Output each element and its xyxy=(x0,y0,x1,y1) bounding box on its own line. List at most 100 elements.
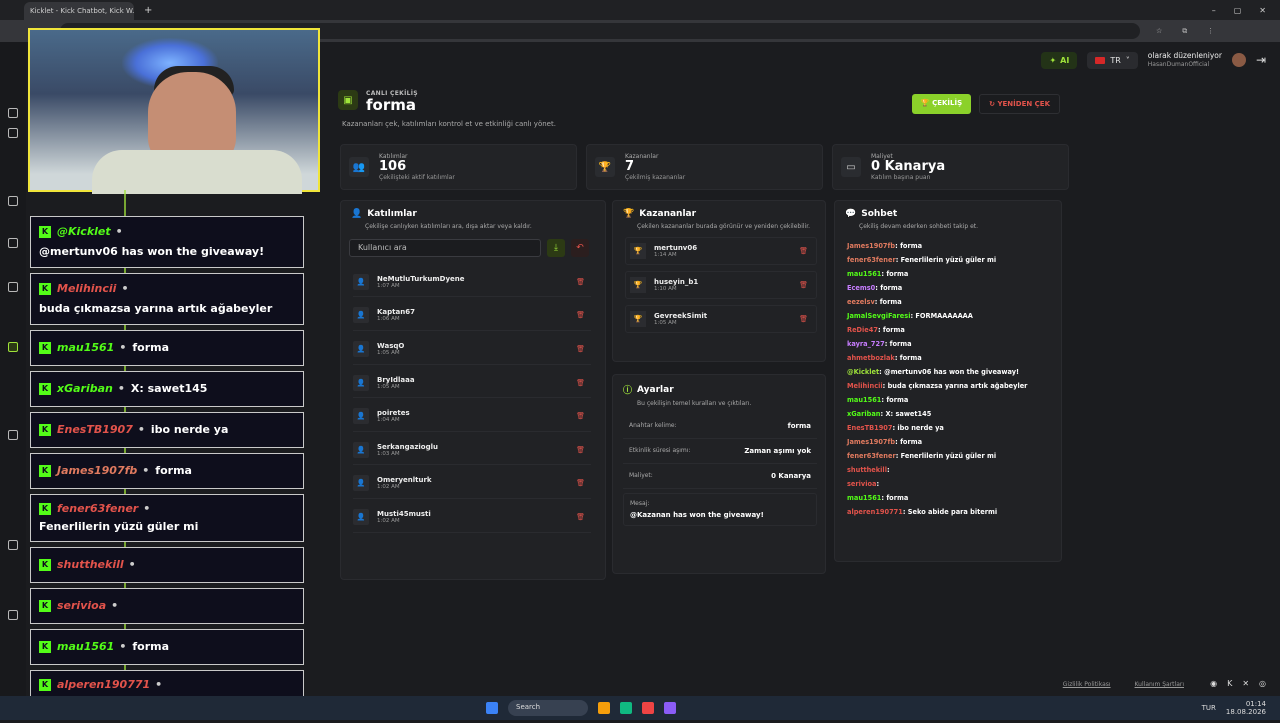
trash-icon[interactable]: 🗑 xyxy=(576,345,585,353)
trash-icon[interactable]: 🗑 xyxy=(576,412,585,420)
chat-text: forma xyxy=(900,242,923,251)
gift-icon[interactable] xyxy=(8,342,18,352)
stat-value: 0 Kanarya xyxy=(871,158,946,174)
redraw-button[interactable]: ↻ YENİDEN ÇEK xyxy=(979,94,1060,114)
message-label: Mesaj: xyxy=(630,500,650,508)
trash-icon[interactable]: 🗑 xyxy=(576,278,585,286)
terms-link[interactable]: Kullanım Şartları xyxy=(1135,681,1184,688)
chat-message: eezelsv: forma xyxy=(847,298,902,307)
document-icon[interactable] xyxy=(8,430,18,440)
instagram-icon[interactable]: ◎ xyxy=(1259,679,1266,688)
plus-icon[interactable]: + xyxy=(144,5,152,16)
trash-icon[interactable]: 🗑 xyxy=(799,315,808,323)
download-icon[interactable]: ⤓ xyxy=(547,239,565,258)
language-select[interactable]: TR ˅ xyxy=(1087,51,1138,69)
trash-icon[interactable]: 🗑 xyxy=(576,379,585,387)
chat-message: shutthekill: xyxy=(847,466,890,475)
stream-chat-overlay: K @Kicklet • @mertunv06 has won the giveawa… xyxy=(30,216,304,723)
stat-winners: 🏆 Kazananlar 7 Çekilmiş kazananlar xyxy=(586,144,823,190)
page-icon[interactable] xyxy=(8,128,18,138)
chat-text: forma xyxy=(886,396,909,405)
overlay-text: ibo nerde ya xyxy=(150,423,229,436)
star-icon[interactable]: ☆ xyxy=(1156,27,1162,36)
dashboard-icon[interactable] xyxy=(8,108,18,118)
discord-icon[interactable]: ◉ xyxy=(1210,679,1217,688)
kick-badge-icon: K xyxy=(39,559,51,571)
logout-icon[interactable]: ⇥ xyxy=(1256,53,1266,67)
language-indicator[interactable]: TUR xyxy=(1202,704,1216,712)
chat-message: mau1561: forma xyxy=(847,270,909,279)
info-icon: ⓘ xyxy=(623,386,633,396)
trash-icon[interactable]: 🗑 xyxy=(576,513,585,521)
file-explorer-icon[interactable] xyxy=(598,702,610,714)
panel-title: Kazananlar xyxy=(639,209,697,219)
settings-value: forma xyxy=(787,422,811,431)
winner-row: 🏆 huseyin_b1 1:10 AM 🗑 xyxy=(625,271,817,300)
edge-icon[interactable] xyxy=(620,702,632,714)
kick-badge-icon: K xyxy=(39,503,51,515)
participant-row: 👤 Musti45musti 1:02 AM 🗑 xyxy=(353,503,591,533)
menu-icon[interactable]: ⋮ xyxy=(1207,27,1214,36)
kick-badge-icon: K xyxy=(39,383,51,395)
tools-icon[interactable] xyxy=(8,610,18,620)
participant-time: 1:07 AM xyxy=(377,282,400,289)
winners-list: 🏆 mertunv06 1:14 AM 🗑 🏆 huseyin_b1 1:10 AM 🗑 🏆 Ge… xyxy=(613,237,825,334)
x-icon[interactable]: ✕ xyxy=(1242,679,1249,688)
user-info[interactable]: olarak düzenleniyor HasanDumanOfficial xyxy=(1148,51,1222,69)
clock-time[interactable]: 01:14 xyxy=(1226,700,1266,708)
settings-label: Anahtar kelime: xyxy=(629,422,677,430)
participant-name: poiretes xyxy=(377,409,410,418)
users-icon[interactable] xyxy=(8,196,18,206)
windows-start-icon[interactable] xyxy=(486,702,498,714)
maximize-icon[interactable]: ▢ xyxy=(1234,6,1242,15)
chrome-icon[interactable] xyxy=(642,702,654,714)
calendar-icon[interactable] xyxy=(8,540,18,550)
stat-participants: 👥 Katılımlar 106 Çekilişteki aktif katılım… xyxy=(340,144,577,190)
chat-text: Fenerlilerin yüzü güler mi xyxy=(900,452,997,461)
overlay-username: James1907fb xyxy=(57,464,138,477)
close-window-icon[interactable]: ✕ xyxy=(1259,6,1266,15)
shield-icon[interactable] xyxy=(8,282,18,292)
extensions-icon[interactable]: ⧉ xyxy=(1182,27,1187,36)
user-icon: 👤 xyxy=(353,509,369,526)
chat-message: kayra_727: forma xyxy=(847,340,912,349)
winner-name: GevreekSimit xyxy=(654,312,708,321)
avatar[interactable] xyxy=(1231,53,1246,67)
winners-panel: 🏆 Kazananlar Çekilen kazananlar burada gö… xyxy=(612,200,826,362)
list-icon[interactable] xyxy=(8,238,18,248)
privacy-link[interactable]: Gizlilik Politikası xyxy=(1063,681,1111,688)
undo-icon[interactable]: ↶ xyxy=(571,239,589,258)
trash-icon[interactable]: 🗑 xyxy=(799,281,808,289)
chat-username: ReDie47 xyxy=(847,326,878,335)
chat-text: FORMAAAAAAA xyxy=(915,312,973,321)
minimize-icon[interactable]: – xyxy=(1212,6,1216,15)
page-title: forma xyxy=(366,96,416,114)
kick-badge-icon: K xyxy=(39,600,51,612)
trash-icon[interactable]: 🗑 xyxy=(576,311,585,319)
ai-button[interactable]: ✦ AI xyxy=(1041,51,1078,69)
app-icon[interactable] xyxy=(664,702,676,714)
browser-tab-strip: Kicklet - Kick Chatbot, Kick W... × + – … xyxy=(0,0,1280,20)
flag-icon xyxy=(1095,56,1106,64)
chat-text: buda çıkmazsa yarına artık ağabeyler xyxy=(887,382,1028,391)
trash-icon[interactable]: 🗑 xyxy=(576,479,585,487)
overlay-username: Melihincii xyxy=(57,282,117,295)
taskbar-search[interactable]: Search xyxy=(508,700,588,716)
draw-button[interactable]: 🏆 ÇEKİLİŞ xyxy=(911,94,972,114)
trash-icon[interactable]: 🗑 xyxy=(576,446,585,454)
overlay-chat-message: Kfener63fener • Fenerlilerin yüzü güler mi xyxy=(30,494,304,542)
footer-links: Gizlilik Politikası Kullanım Şartları xyxy=(1063,681,1184,688)
winner-row: 🏆 GevreekSimit 1:05 AM 🗑 xyxy=(625,305,817,334)
stat-sub: Çekilişteki aktif katılımlar xyxy=(379,174,455,182)
user-icon: 👤 xyxy=(353,273,369,290)
winner-name: mertunv06 xyxy=(654,244,698,253)
overlay-text: Fenerlilerin yüzü güler mi xyxy=(39,520,199,533)
browser-tab[interactable]: Kicklet - Kick Chatbot, Kick W... × xyxy=(24,2,134,20)
participant-row: 👤 poiretes 1:04 AM 🗑 xyxy=(353,402,591,432)
kick-badge-icon: K xyxy=(39,283,51,295)
kick-icon[interactable]: K xyxy=(1227,679,1232,688)
trash-icon[interactable]: 🗑 xyxy=(799,247,808,255)
search-input[interactable]: Kullanıcı ara xyxy=(349,239,541,258)
clock-date[interactable]: 18.08.2026 xyxy=(1226,708,1266,716)
participant-row: 👤 NeMutluTurkumDyene 1:07 AM 🗑 xyxy=(353,267,591,298)
